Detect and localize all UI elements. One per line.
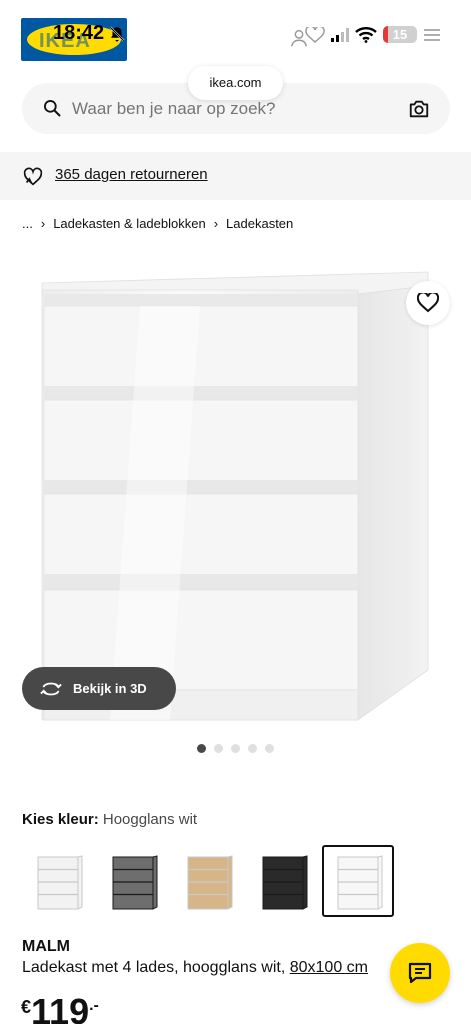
pagination-dot[interactable] [265,744,274,753]
heart-return-icon [23,167,43,186]
wishlist-button[interactable] [406,281,450,325]
view-3d-button[interactable]: Bekijk in 3D [22,667,176,710]
camera-icon[interactable] [408,98,430,120]
bell-off-icon [109,26,125,42]
battery-percentage: 15 [392,27,408,42]
color-swatch[interactable] [97,845,169,917]
breadcrumb-separator: › [40,216,46,231]
chest-thumbnail [37,855,83,910]
image-pagination [197,744,274,753]
rotate-3d-icon [40,682,62,696]
color-swatches [22,845,394,917]
chat-button[interactable] [390,943,450,1003]
menu-icon[interactable] [423,27,441,43]
breadcrumb-item-ellipsis[interactable]: ... [22,216,33,231]
chest-thumbnail [262,855,308,910]
status-time: 18:42 [53,22,105,44]
chest-thumbnail [112,855,158,910]
color-swatch[interactable] [247,845,319,917]
status-icons: 15 [305,26,441,43]
pagination-dot[interactable] [214,744,223,753]
view-3d-label: Bekijk in 3D [73,681,147,696]
breadcrumb-separator: › [213,216,219,231]
product-name: MALM [22,938,70,955]
chat-icon [408,962,432,984]
price-amount: 119 [31,991,90,1024]
pagination-dot[interactable] [231,744,240,753]
color-label-prefix: Kies kleur: [22,811,99,828]
breadcrumb-item-ladekasten[interactable]: Ladekasten [226,216,293,231]
heart-icon [417,293,439,313]
url-pill[interactable]: ikea.com [188,66,283,100]
signal-icon [331,27,349,42]
chest-thumbnail [337,855,383,910]
breadcrumb: ... › Ladekasten & ladeblokken › Ladekas… [22,216,293,231]
wishlist-icon[interactable] [305,26,325,43]
battery-icon: 15 [383,26,417,43]
breadcrumb-item-ladekasten-ladeblokken[interactable]: Ladekasten & ladeblokken [53,216,206,231]
product-image[interactable] [0,250,471,735]
wifi-icon [355,26,377,43]
color-swatch[interactable] [22,845,94,917]
search-icon [44,100,61,117]
pagination-dot[interactable] [248,744,257,753]
product-description: Ladekast met 4 lades, hoogglans wit, 80x… [22,959,368,977]
color-label: Kies kleur: Hoogglans wit [22,811,197,828]
price-decimal: .- [89,997,99,1014]
product-size-link[interactable]: 80x100 cm [290,959,368,976]
price-currency: € [21,997,32,1017]
chest-thumbnail [187,855,233,910]
color-swatch[interactable] [322,845,394,917]
returns-banner[interactable]: 365 dagen retourneren [0,152,471,200]
product-price: €119.- [21,991,99,1024]
returns-link[interactable]: 365 dagen retourneren [55,166,208,183]
color-swatch[interactable] [172,845,244,917]
status-bar: IKEA 18:42 15 [0,0,471,64]
pagination-dot[interactable] [197,744,206,753]
product-description-text: Ladekast met 4 lades, hoogglans wit, [22,959,290,976]
color-selected-value: Hoogglans wit [102,811,198,828]
